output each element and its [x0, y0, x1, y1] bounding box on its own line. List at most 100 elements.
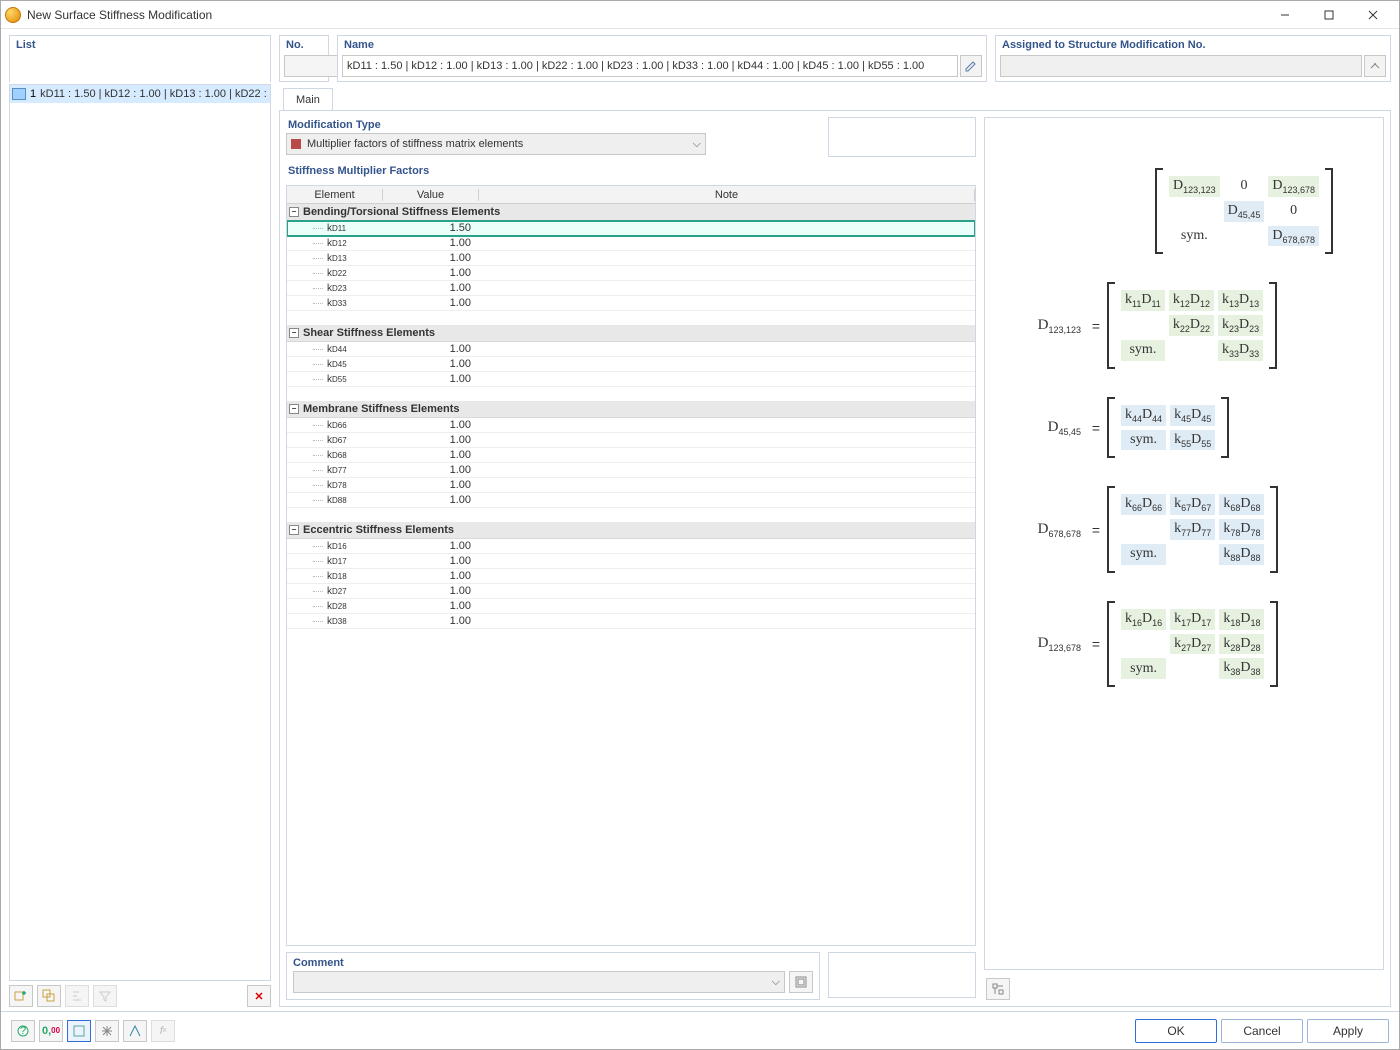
factor-value[interactable]: 1.00 — [383, 343, 479, 355]
items-list[interactable]: 1 kD11 : 1.50 | kD12 : 1.00 | kD13 : 1.0… — [9, 84, 271, 981]
group-row[interactable]: −Shear Stiffness Elements — [287, 325, 975, 342]
no-header: No. — [280, 36, 328, 55]
collapse-icon[interactable]: − — [289, 525, 299, 535]
factor-value[interactable]: 1.00 — [383, 585, 479, 597]
minimize-button[interactable] — [1263, 1, 1307, 29]
factor-value[interactable]: 1.00 — [383, 434, 479, 446]
factors-title: Stiffness Multiplier Factors — [286, 163, 976, 179]
comment-input[interactable]: ⌵ — [293, 971, 785, 993]
col-value: Value — [383, 189, 479, 201]
factor-value[interactable]: 1.00 — [383, 449, 479, 461]
ok-button[interactable]: OK — [1135, 1019, 1217, 1043]
factor-element: kD27 — [327, 586, 383, 597]
factor-row[interactable]: kD221.00 — [287, 266, 975, 281]
factor-value[interactable]: 1.00 — [383, 464, 479, 476]
factor-row[interactable]: kD281.00 — [287, 599, 975, 614]
edit-name-button[interactable] — [960, 55, 982, 77]
factor-value[interactable]: 1.00 — [383, 267, 479, 279]
help-button[interactable]: ? — [11, 1020, 35, 1042]
delete-item-button[interactable]: ✕ — [247, 985, 271, 1007]
factor-row[interactable]: kD331.00 — [287, 296, 975, 311]
col-element: Element — [287, 189, 383, 201]
tab-main[interactable]: Main — [283, 88, 333, 110]
factor-row[interactable]: kD551.00 — [287, 372, 975, 387]
chevron-down-icon: ⌵ — [772, 976, 780, 989]
view-1-button[interactable] — [67, 1020, 91, 1042]
app-icon — [5, 7, 21, 23]
factor-value[interactable]: 1.00 — [383, 615, 479, 627]
matrix-row: D45,45=k44D44k45D45sym.k55D55 — [995, 397, 1373, 459]
factor-row[interactable]: kD441.00 — [287, 342, 975, 357]
units-button[interactable]: 0,00 — [39, 1020, 63, 1042]
factor-element: kD77 — [327, 465, 383, 476]
factor-value[interactable]: 1.00 — [383, 600, 479, 612]
factor-row[interactable]: kD181.00 — [287, 569, 975, 584]
factor-row[interactable]: kD451.00 — [287, 357, 975, 372]
factor-element: kD18 — [327, 571, 383, 582]
close-button[interactable] — [1351, 1, 1395, 29]
comment-side-box — [828, 952, 976, 998]
collapse-icon[interactable]: − — [289, 404, 299, 414]
factor-value[interactable]: 1.00 — [383, 479, 479, 491]
collapse-icon[interactable]: − — [289, 328, 299, 338]
group-row[interactable]: −Eccentric Stiffness Elements — [287, 522, 975, 539]
factor-element: kD17 — [327, 556, 383, 567]
factor-element: kD45 — [327, 359, 383, 370]
factor-row[interactable]: kD681.00 — [287, 448, 975, 463]
factor-value[interactable]: 1.00 — [383, 358, 479, 370]
factor-value[interactable]: 1.00 — [383, 494, 479, 506]
comment-pick-button[interactable] — [789, 971, 813, 993]
factor-row[interactable]: kD131.00 — [287, 251, 975, 266]
factor-value[interactable]: 1.00 — [383, 237, 479, 249]
factor-row[interactable]: kD881.00 — [287, 493, 975, 508]
cancel-button[interactable]: Cancel — [1221, 1019, 1303, 1043]
factor-row[interactable]: kD161.00 — [287, 539, 975, 554]
factor-value[interactable]: 1.00 — [383, 252, 479, 264]
collapse-icon[interactable]: − — [289, 207, 299, 217]
factor-value[interactable]: 1.50 — [383, 222, 479, 234]
factor-value[interactable]: 1.00 — [383, 555, 479, 567]
factor-value[interactable]: 1.00 — [383, 540, 479, 552]
list-item[interactable]: 1 kD11 : 1.50 | kD12 : 1.00 | kD13 : 1.0… — [10, 85, 270, 103]
assigned-header: Assigned to Structure Modification No. — [996, 36, 1390, 55]
factor-value[interactable]: 1.00 — [383, 373, 479, 385]
col-note: Note — [479, 189, 975, 201]
maximize-button[interactable] — [1307, 1, 1351, 29]
item-swatch — [12, 88, 26, 100]
factor-element: kD33 — [327, 298, 383, 309]
factor-row[interactable]: kD781.00 — [287, 478, 975, 493]
factor-row[interactable]: kD661.00 — [287, 418, 975, 433]
apply-button[interactable]: Apply — [1307, 1019, 1389, 1043]
pick-assigned-button[interactable] — [1364, 55, 1386, 77]
factor-row[interactable]: kD381.00 — [287, 614, 975, 629]
svg-text:?: ? — [20, 1025, 26, 1037]
view-3-button[interactable] — [123, 1020, 147, 1042]
name-input[interactable] — [342, 55, 958, 77]
modtype-select[interactable]: Multiplier factors of stiffness matrix e… — [286, 133, 706, 155]
factor-value[interactable]: 1.00 — [383, 419, 479, 431]
new-item-button[interactable] — [9, 985, 33, 1007]
factor-value[interactable]: 1.00 — [383, 282, 479, 294]
factors-table[interactable]: Element Value Note −Bending/Torsional St… — [286, 185, 976, 946]
factor-element: kD38 — [327, 616, 383, 627]
tabstrip: Main — [279, 86, 1391, 110]
factor-row[interactable]: kD231.00 — [287, 281, 975, 296]
factor-value[interactable]: 1.00 — [383, 297, 479, 309]
group-row[interactable]: −Membrane Stiffness Elements — [287, 401, 975, 418]
factor-row[interactable]: kD671.00 — [287, 433, 975, 448]
factor-row[interactable]: kD771.00 — [287, 463, 975, 478]
item-index: 1 — [30, 88, 36, 100]
factor-row[interactable]: kD171.00 — [287, 554, 975, 569]
diagram-pick-button[interactable] — [986, 978, 1010, 1000]
factor-row[interactable]: kD121.00 — [287, 236, 975, 251]
factor-value[interactable]: 1.00 — [383, 570, 479, 582]
assigned-input[interactable] — [1000, 55, 1362, 77]
view-2-button[interactable] — [95, 1020, 119, 1042]
copy-item-button[interactable] — [37, 985, 61, 1007]
factor-row[interactable]: kD271.00 — [287, 584, 975, 599]
list-header: List — [10, 36, 270, 55]
group-row[interactable]: −Bending/Torsional Stiffness Elements — [287, 204, 975, 221]
factor-element: kD16 — [327, 541, 383, 552]
group-name: Shear Stiffness Elements — [303, 327, 435, 339]
factor-row[interactable]: kD111.50 — [287, 221, 975, 236]
